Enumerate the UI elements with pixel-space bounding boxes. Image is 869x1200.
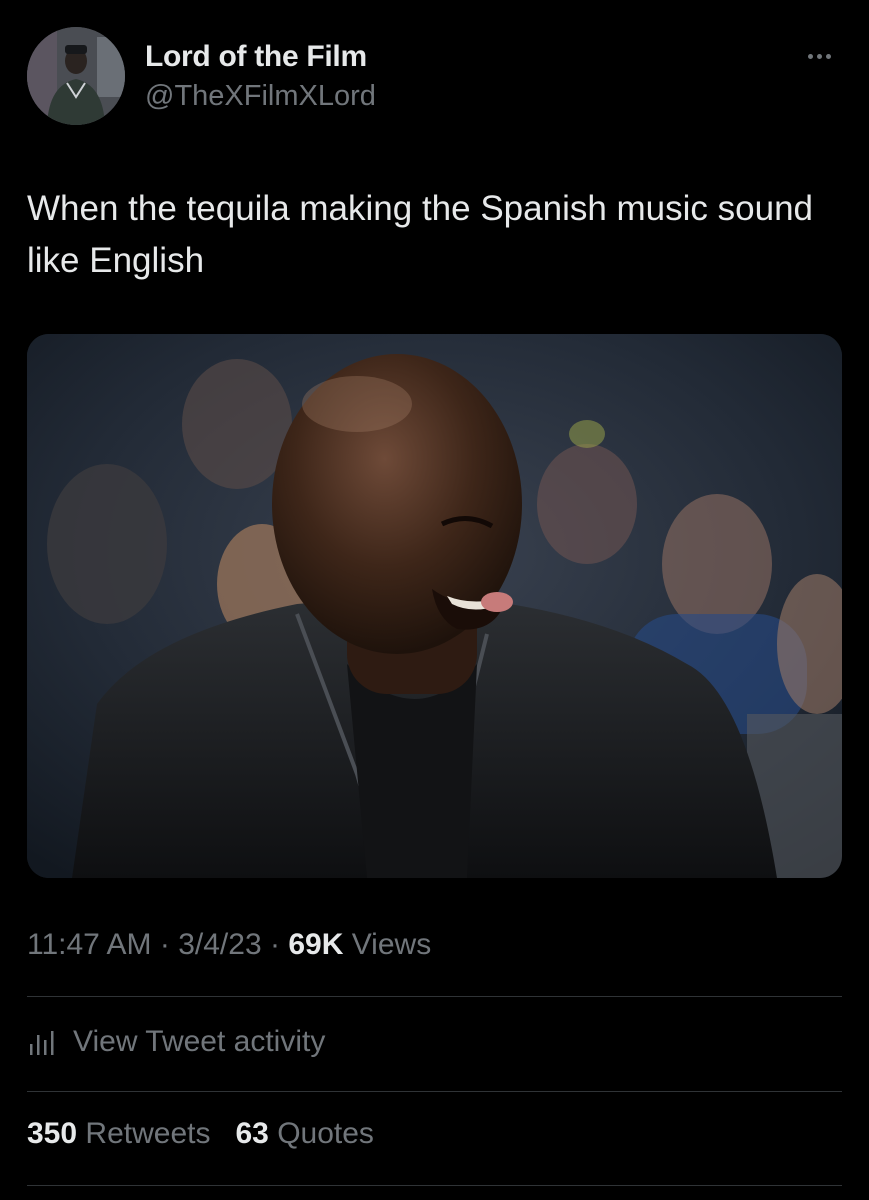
views-label: Views <box>351 928 432 961</box>
divider <box>27 1185 842 1186</box>
divider <box>27 996 842 997</box>
tweet: Lord of the Film @TheXFilmXLord When the… <box>0 0 869 1200</box>
retweets-label: Retweets <box>85 1117 211 1150</box>
quotes-stat[interactable]: 63 Quotes <box>235 1117 373 1150</box>
display-name[interactable]: Lord of the Film <box>145 40 367 74</box>
quotes-count: 63 <box>235 1117 269 1150</box>
activity-label: View Tweet activity <box>73 1025 326 1058</box>
more-options-icon[interactable] <box>799 44 839 68</box>
bar-chart-icon <box>30 1031 54 1055</box>
tweet-time: 11:47 AM <box>27 928 152 961</box>
view-tweet-activity-button[interactable]: View Tweet activity <box>27 1020 325 1064</box>
photo <box>27 334 842 878</box>
quotes-label: Quotes <box>277 1117 374 1150</box>
tweet-text: When the tequila making the Spanish musi… <box>27 189 814 280</box>
retweets-stat[interactable]: 350 Retweets <box>27 1117 219 1150</box>
dot <box>816 53 822 59</box>
tweet-stats: 350 Retweets 63 Quotes <box>27 1117 374 1151</box>
avatar[interactable] <box>27 27 125 125</box>
tweet-meta: 11:47 AM · 3/4/23 · 69K Views <box>27 928 431 962</box>
retweets-count: 350 <box>27 1117 78 1150</box>
views-count: 69K <box>288 928 344 961</box>
divider <box>27 1091 842 1092</box>
avatar-image <box>27 27 125 125</box>
dot <box>807 53 813 59</box>
meta-separator: · <box>269 928 280 961</box>
user-handle[interactable]: @TheXFilmXLord <box>145 80 376 113</box>
dot <box>825 53 831 59</box>
meta-separator: · <box>159 928 170 961</box>
tweet-media-image[interactable] <box>27 334 842 878</box>
tweet-date: 3/4/23 <box>178 928 262 961</box>
